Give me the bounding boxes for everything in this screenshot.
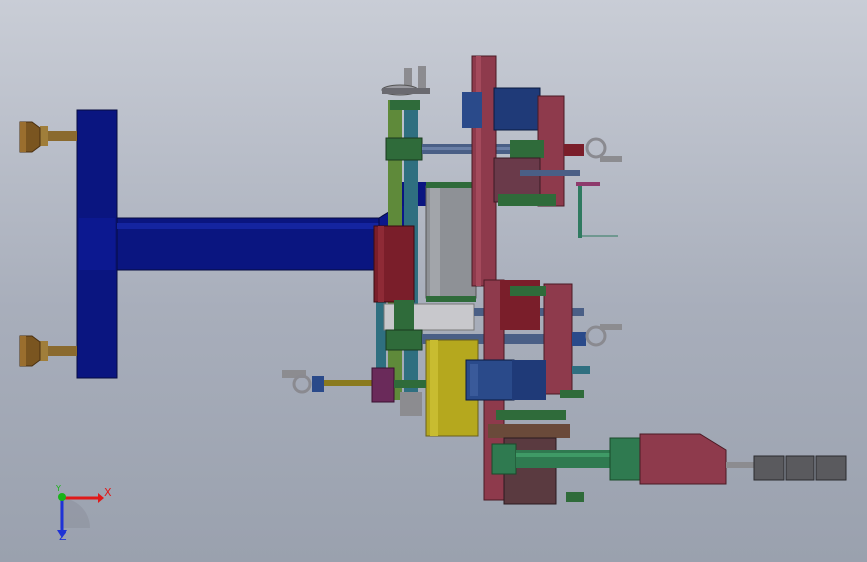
- axis-label-y: Y: [56, 484, 61, 493]
- lower-right-handwheel[interactable]: [572, 324, 622, 374]
- axis-label-z: Z: [59, 530, 67, 543]
- y-axis-dot: [58, 493, 66, 501]
- leveling-foot-top[interactable]: [19, 121, 77, 153]
- axis-label-x: X: [104, 486, 112, 499]
- upper-right-handwheel[interactable]: [564, 137, 622, 238]
- maroon-upright-plate[interactable]: [471, 55, 497, 287]
- red-motor-block[interactable]: [373, 225, 415, 303]
- lower-blue-motor[interactable]: [465, 359, 546, 401]
- leveling-foot-bottom[interactable]: [19, 335, 77, 367]
- cad-viewport[interactable]: X Y Z: [0, 0, 867, 562]
- gray-cylinder[interactable]: [425, 182, 477, 302]
- upper-slide[interactable]: [493, 157, 580, 206]
- machine-assembly-model[interactable]: [0, 0, 867, 562]
